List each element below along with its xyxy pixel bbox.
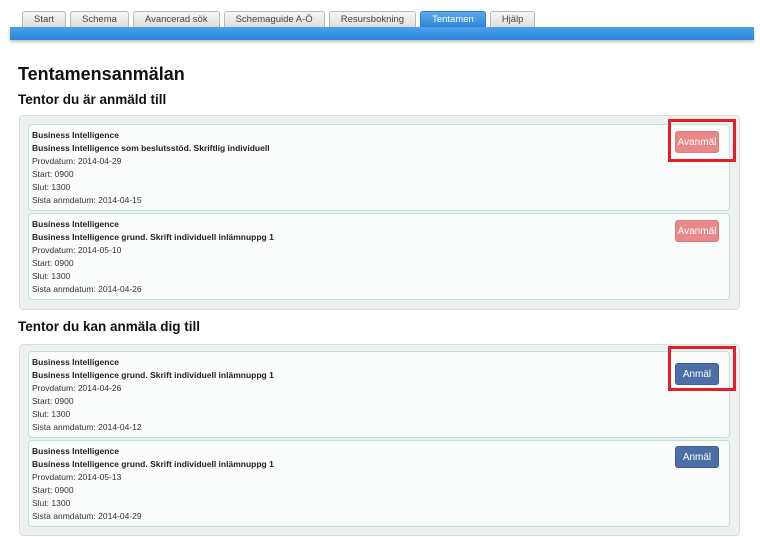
main-tab-bar: Start Schema Avancerad sök Schemaguide A… xyxy=(22,11,536,28)
exam-start: Start: 0900 xyxy=(32,258,74,268)
exam-end: Slut: 1300 xyxy=(32,182,71,192)
header-bar xyxy=(10,27,754,40)
exam-start: Start: 0900 xyxy=(32,485,74,495)
registration-deadline: Sista anmdatum: 2014-04-29 xyxy=(32,511,142,521)
registered-exams-list: Business Intelligence Business Intellige… xyxy=(19,115,740,310)
available-exams-heading: Tentor du kan anmäla dig till xyxy=(18,319,201,334)
highlight-box-register xyxy=(668,346,736,391)
tab-schema[interactable]: Schema xyxy=(70,11,129,27)
tab-help[interactable]: Hjälp xyxy=(489,11,536,27)
exam-date: Provdatum: 2014-04-29 xyxy=(32,156,122,166)
exam-date: Provdatum: 2014-04-26 xyxy=(32,383,122,393)
register-button[interactable]: Anmäl xyxy=(675,446,719,468)
available-exams-list: Business Intelligence Business Intellige… xyxy=(19,344,740,536)
exam-end: Slut: 1300 xyxy=(32,498,71,508)
registration-deadline: Sista anmdatum: 2014-04-15 xyxy=(32,195,142,205)
exam-date: Provdatum: 2014-05-10 xyxy=(32,245,122,255)
tab-exam[interactable]: Tentamen xyxy=(420,11,486,28)
page-title: Tentamensanmälan xyxy=(18,64,185,84)
exam-name: Business Intelligence som beslutsstöd. S… xyxy=(32,143,270,153)
available-exam-card: Business Intelligence Business Intellige… xyxy=(28,440,730,527)
course-name: Business Intelligence xyxy=(32,130,119,140)
course-name: Business Intelligence xyxy=(32,357,119,367)
exam-name: Business Intelligence grund. Skrift indi… xyxy=(32,459,274,469)
exam-date: Provdatum: 2014-05-13 xyxy=(32,472,122,482)
tab-resource-booking[interactable]: Resursbokning xyxy=(328,11,417,27)
registration-deadline: Sista anmdatum: 2014-04-12 xyxy=(32,422,142,432)
available-exam-card: Business Intelligence Business Intellige… xyxy=(28,351,730,438)
registration-deadline: Sista anmdatum: 2014-04-26 xyxy=(32,284,142,294)
exam-name: Business Intelligence grund. Skrift indi… xyxy=(32,232,274,242)
unregister-button[interactable]: Avanmäl xyxy=(675,220,719,242)
tab-advanced-search[interactable]: Avancerad sök xyxy=(132,11,220,27)
tab-schedule-guide[interactable]: Schemaguide A-Ö xyxy=(223,11,325,27)
exam-start: Start: 0900 xyxy=(32,169,74,179)
exam-end: Slut: 1300 xyxy=(32,271,71,281)
registered-exam-card: Business Intelligence Business Intellige… xyxy=(28,213,730,300)
tab-start[interactable]: Start xyxy=(22,11,67,27)
exam-start: Start: 0900 xyxy=(32,396,74,406)
highlight-box-unregister xyxy=(668,119,736,162)
exam-end: Slut: 1300 xyxy=(32,409,71,419)
exam-name: Business Intelligence grund. Skrift indi… xyxy=(32,370,274,380)
course-name: Business Intelligence xyxy=(32,219,119,229)
course-name: Business Intelligence xyxy=(32,446,119,456)
registered-exams-heading: Tentor du är anmäld till xyxy=(18,92,167,107)
registered-exam-card: Business Intelligence Business Intellige… xyxy=(28,124,730,211)
